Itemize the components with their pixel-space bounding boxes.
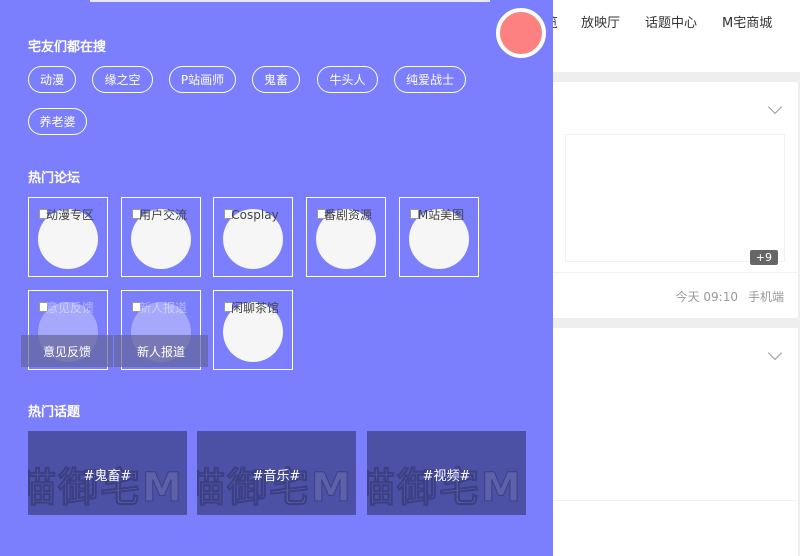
forum-tile[interactable]: 番剧资源 [306, 197, 386, 277]
chevron-down-icon[interactable] [767, 345, 783, 361]
forum-tile[interactable]: 新人报道 新人报道 [114, 290, 208, 370]
post-image[interactable] [565, 134, 785, 262]
topic-label: #鬼畜# [83, 469, 132, 484]
nav-item-cinema[interactable]: 放映厅 [581, 12, 620, 31]
topic-label: #视频# [422, 469, 471, 484]
topic-watermark: 喵御宅M [367, 465, 523, 512]
forum-caption: 新人报道 [114, 335, 208, 367]
forum-tile[interactable]: 用户交流 [121, 197, 201, 277]
more-images-badge: +9 [749, 250, 778, 265]
topic-card[interactable]: 喵御宅M #鬼畜# [28, 431, 187, 515]
forum-tile[interactable]: M站美图 [399, 197, 479, 277]
topic-card[interactable]: 喵御宅M #音乐# [197, 431, 356, 515]
section-title-search: 宅友们都在搜 [28, 40, 107, 55]
topic-label: #音乐# [252, 469, 301, 484]
forum-tile[interactable]: 动漫专区 [28, 197, 108, 277]
post-time: 今天 09:10 [675, 290, 738, 304]
divider [553, 500, 798, 501]
search-tag[interactable]: 动漫 [28, 66, 76, 93]
search-bar-edge [90, 0, 490, 2]
feed-card[interactable] [553, 328, 798, 556]
avatar[interactable] [496, 8, 546, 58]
feed-card[interactable]: +9 今天 09:10 手机端 [553, 82, 798, 318]
forum-caption: 意见反馈 [21, 335, 113, 367]
topic-watermark: 喵御宅M [197, 465, 353, 512]
topic-watermark: 喵御宅M [28, 465, 184, 512]
forum-tile[interactable]: 闲聊茶馆 [213, 290, 293, 370]
search-tag[interactable]: 缘之空 [92, 66, 153, 93]
chevron-down-icon[interactable] [767, 99, 783, 115]
divider [553, 272, 798, 273]
search-tag[interactable]: 牛头人 [317, 66, 378, 93]
post-meta: 今天 09:10 手机端 [676, 288, 784, 305]
search-tag[interactable]: 纯爱战士 [394, 66, 466, 93]
side-drawer: 宅友们都在搜 动漫 缘之空 P站画师 鬼畜 牛头人 纯爱战士 养老婆 热门论坛 … [0, 0, 553, 556]
search-tag[interactable]: 鬼畜 [252, 66, 300, 93]
search-tag[interactable]: 养老婆 [28, 108, 87, 135]
top-navigation: 览 放映厅 话题中心 M宅商城 [545, 0, 800, 72]
nav-item-topic-center[interactable]: 话题中心 [645, 12, 697, 31]
forum-tile[interactable]: 意见反馈 意见反馈 [21, 290, 113, 370]
topic-card[interactable]: 喵御宅M #视频# [367, 431, 526, 515]
search-tag[interactable]: P站画师 [169, 66, 236, 93]
post-source: 手机端 [747, 290, 784, 304]
nav-item-mall[interactable]: M宅商城 [722, 12, 772, 31]
section-title-forums: 热门论坛 [28, 171, 81, 186]
forum-tile[interactable]: Cosplay [213, 197, 293, 277]
section-title-topics: 热门话题 [28, 405, 81, 420]
